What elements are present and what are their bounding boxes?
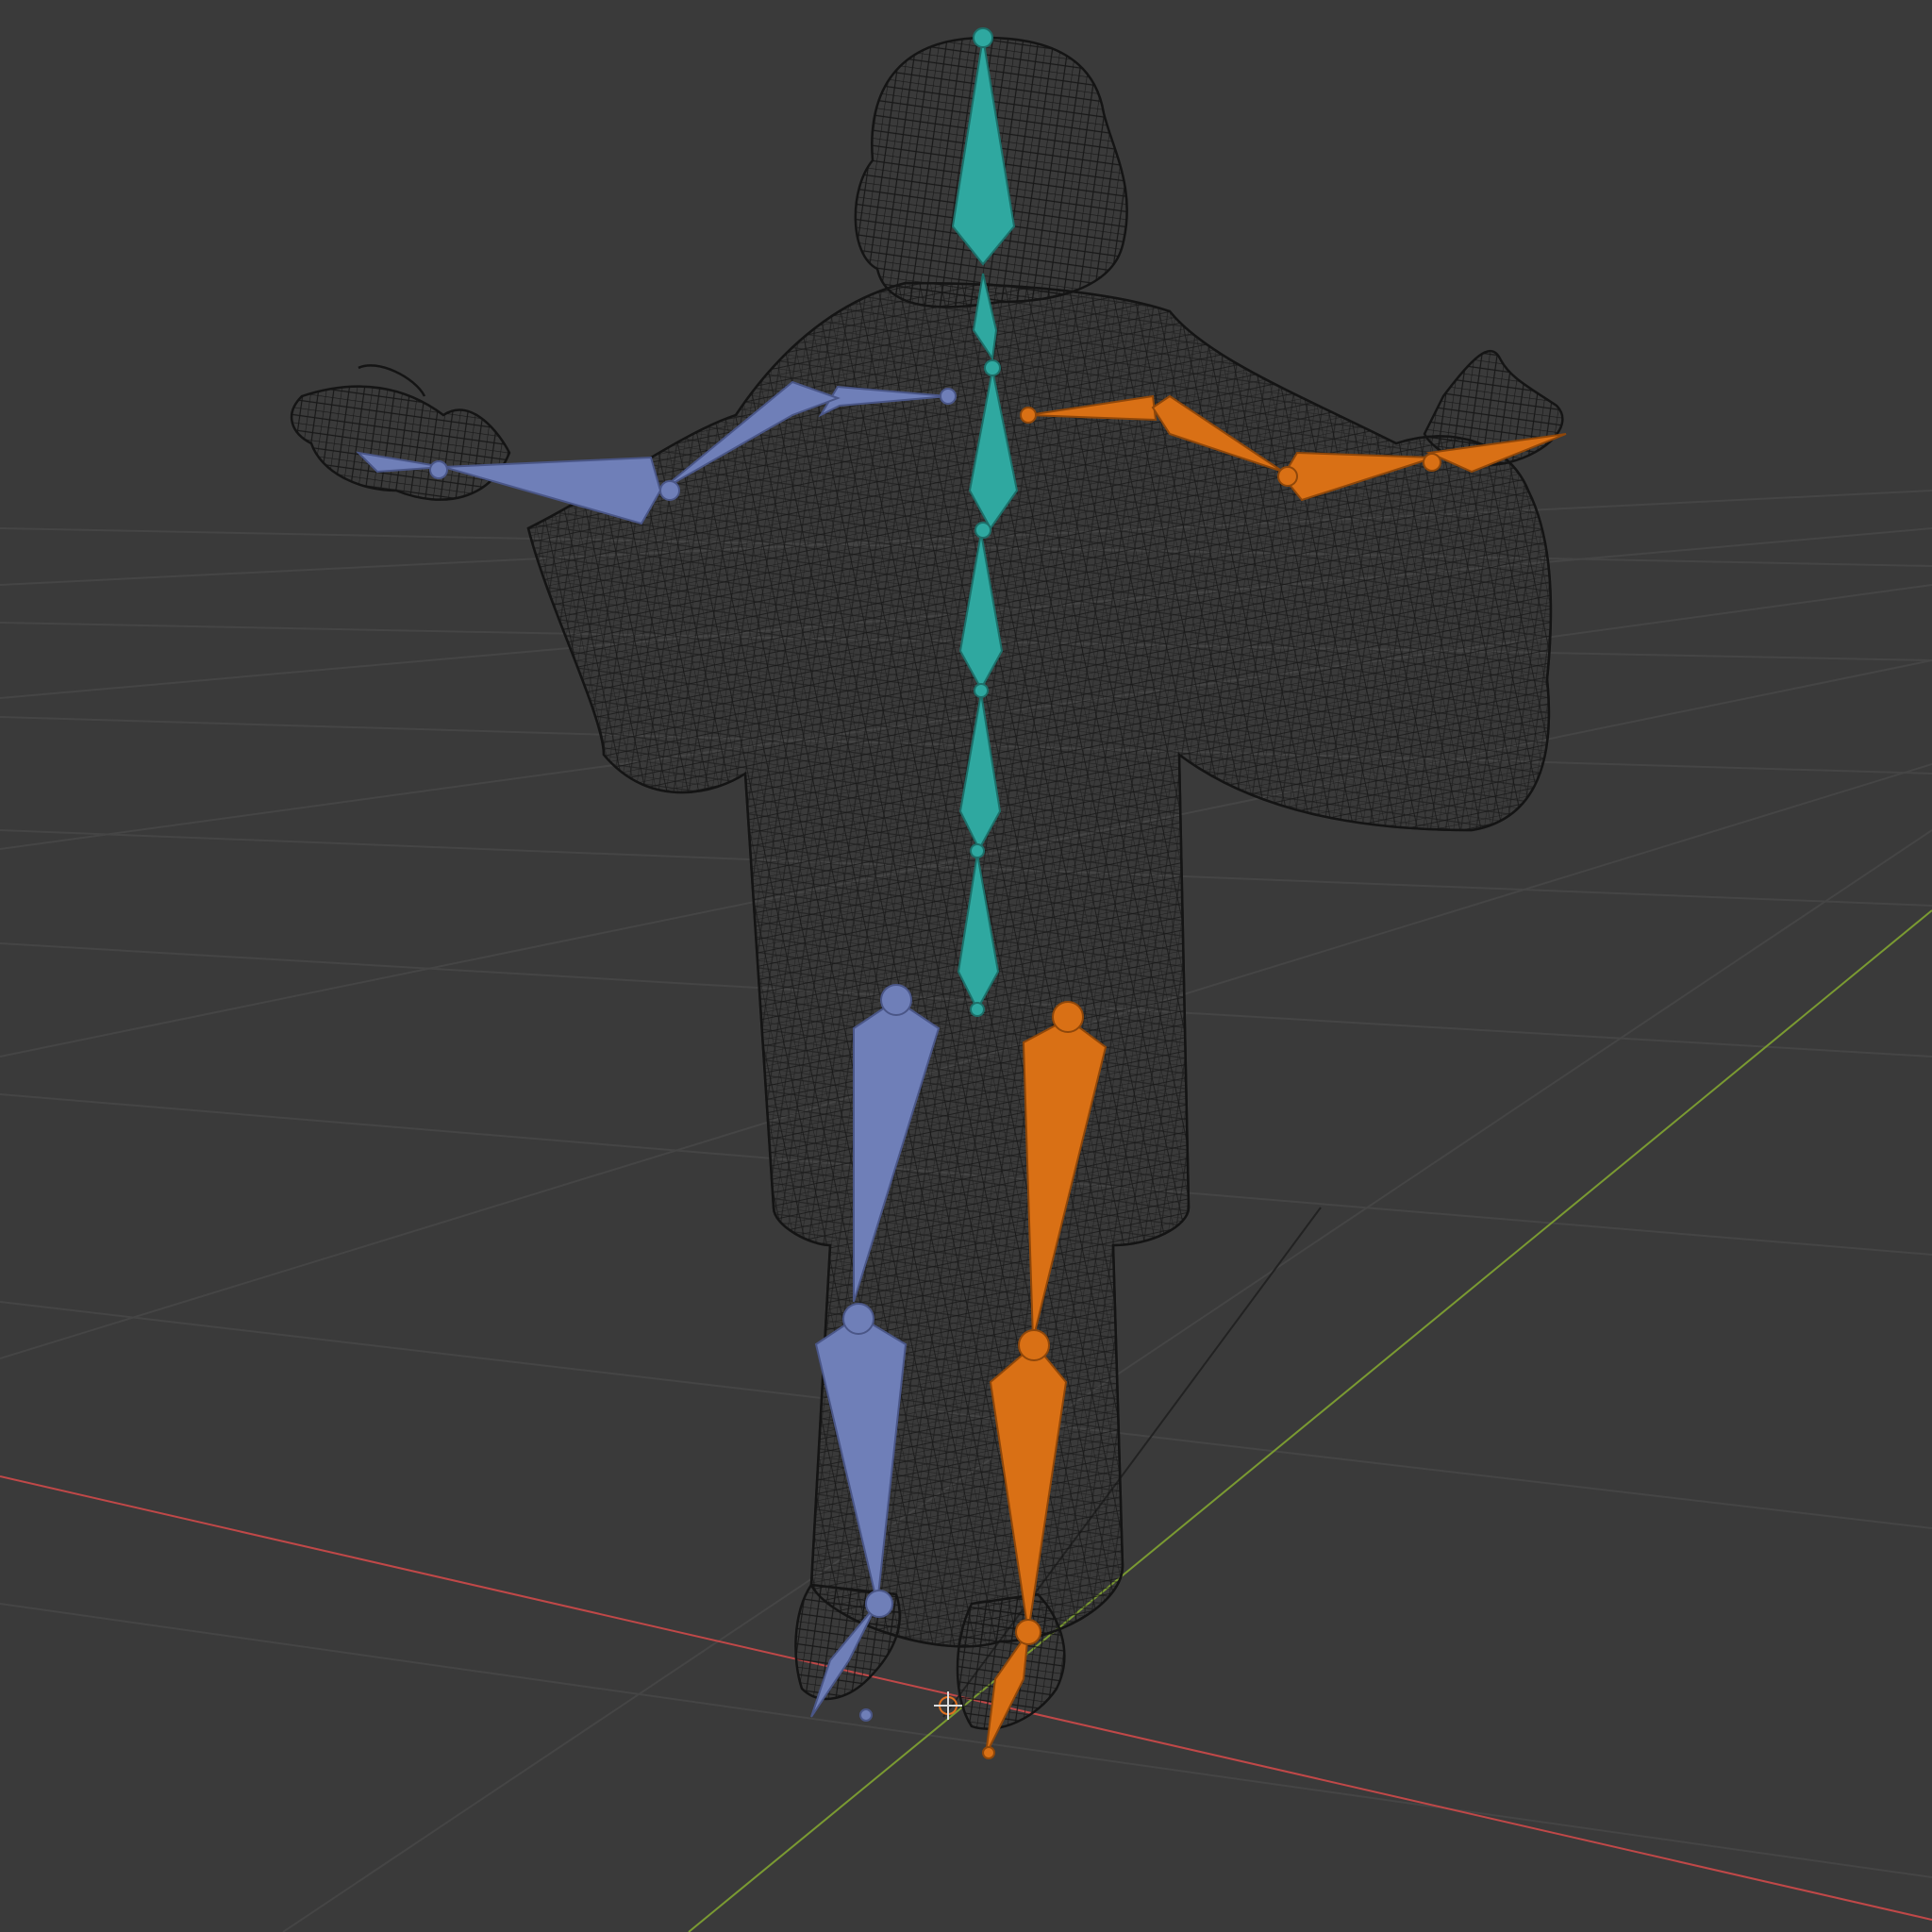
joint-head-tip [973, 27, 993, 48]
joint-knee-l [842, 1303, 874, 1335]
joint-wrist-r [1423, 453, 1441, 472]
joint-ankle-l [865, 1590, 893, 1618]
joint-shoulder-r [1020, 407, 1037, 424]
joint-hip-l [880, 984, 912, 1016]
joint-shoulder-l [940, 388, 957, 405]
joint-toe-r [982, 1746, 995, 1759]
joint-root [970, 1002, 985, 1017]
joint-elbow-l [659, 480, 680, 501]
viewport-canvas[interactable] [0, 0, 1932, 1932]
3d-viewport[interactable] [0, 0, 1932, 1932]
joint-elbow-r [1277, 466, 1298, 487]
joint-chest [974, 522, 991, 539]
joint-spine-lower [970, 843, 985, 858]
joint-spine [974, 683, 989, 698]
joint-toe-l [859, 1708, 873, 1722]
joint-knee-r [1018, 1329, 1050, 1361]
joint-hip-r [1052, 1001, 1084, 1033]
joint-ankle-r [1015, 1619, 1041, 1645]
joint-wrist-l [429, 460, 448, 479]
joint-neck [984, 359, 1001, 376]
